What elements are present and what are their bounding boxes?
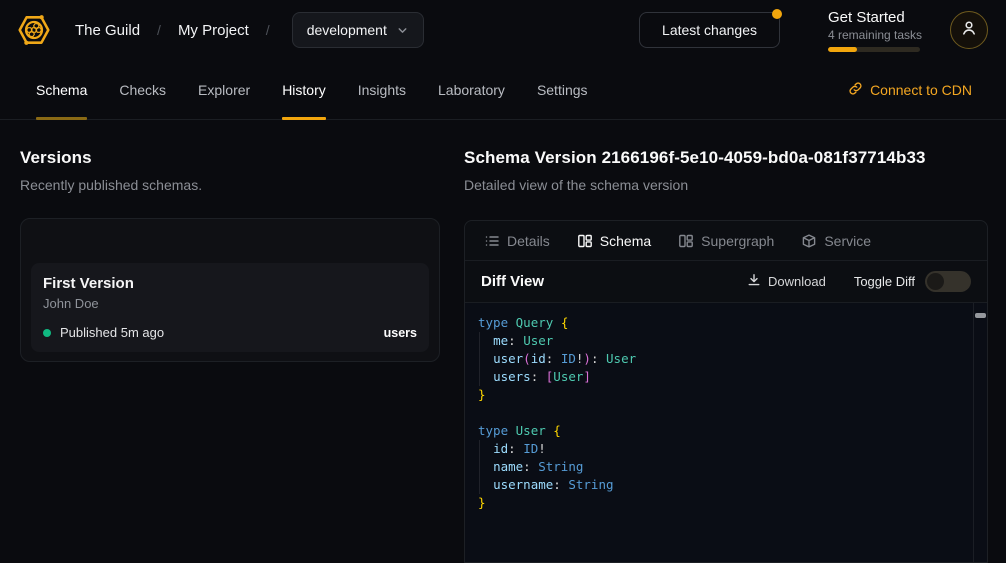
published-status-dot [43,329,51,337]
nav-tab-settings[interactable]: Settings [537,60,588,119]
app-window: The Guild / My Project / development Lat… [0,0,1006,563]
notification-dot [772,9,782,19]
breadcrumb-separator: / [266,22,270,38]
hive-logo-icon[interactable] [16,10,52,50]
toggle-diff-label: Toggle Diff [854,274,915,289]
code-line: user(id: ID!): User [478,350,963,368]
nav-tab-underline [282,117,326,120]
layout-icon [577,233,593,249]
nav-tab-label: Insights [358,82,406,98]
nav-tab-label: History [282,82,326,98]
versions-list-card: First Version John Doe Published 5m ago use… [20,218,440,362]
main-nav: Schema Checks Explorer History Insights Labor… [0,60,1006,120]
version-detail-column: Schema Version 2166196f-5e10-4059-bd0a-0… [464,148,988,563]
layout-icon [678,233,694,249]
indent-guide [479,332,480,386]
code-line: type Query { [478,314,963,332]
latest-changes-button[interactable]: Latest changes [639,12,780,48]
chevron-down-icon [396,24,409,37]
detail-tab-label: Service [824,233,871,249]
toggle-diff-switch[interactable] [925,271,971,292]
nav-tab-underline [36,117,87,120]
breadcrumb-separator: / [157,22,161,38]
version-status: Published 5m ago [60,325,164,340]
version-name: First Version [43,275,417,292]
box-icon [801,233,817,249]
download-button[interactable]: Download [747,273,826,290]
connect-to-cdn-button[interactable]: Connect to CDN [848,60,972,119]
download-icon [747,273,761,290]
breadcrumb-org[interactable]: The Guild [75,22,140,39]
code-line: me: User [478,332,963,350]
toggle-knob [927,273,944,290]
nav-tab-explorer[interactable]: Explorer [198,60,250,119]
get-started-title: Get Started [828,9,920,26]
code-line: } [478,494,963,512]
nav-tabs: Schema Checks Explorer History Insights Labor… [36,60,588,119]
nav-tab-history[interactable]: History [282,60,326,119]
get-started-progress-track [828,47,920,52]
versions-column: Versions Recently published schemas. Fir… [20,148,440,563]
get-started-subtitle: 4 remaining tasks [828,28,920,42]
versions-title: Versions [20,148,440,168]
code-line: type User { [478,422,963,440]
service-name-badge: users [384,326,417,340]
diff-view-toolbar: Diff View Download Toggle Diff [465,261,987,303]
detail-tab-schema[interactable]: Schema [577,233,651,249]
version-list-item[interactable]: First Version John Doe Published 5m ago use… [31,263,429,352]
nav-tab-schema[interactable]: Schema [36,60,87,119]
link-icon [848,81,863,99]
code-scrollbar-track [973,303,974,562]
person-icon [960,19,978,42]
get-started-widget[interactable]: Get Started 4 remaining tasks [828,9,920,52]
version-list: First Version John Doe Published 5m ago use… [31,263,429,352]
detail-tab-label: Details [507,233,550,249]
version-status-row: Published 5m ago users [43,325,417,340]
breadcrumb-project[interactable]: My Project [178,22,249,39]
code-line: name: String [478,458,963,476]
target-selector-dropdown[interactable]: development [292,12,424,48]
download-label: Download [768,274,826,289]
code-scrollbar-thumb[interactable] [975,313,986,318]
main-content: Versions Recently published schemas. Fir… [0,120,1006,563]
nav-tab-label: Settings [537,82,588,98]
nav-tab-insights[interactable]: Insights [358,60,406,119]
top-header: The Guild / My Project / development Lat… [0,0,1006,60]
nav-tab-label: Checks [119,82,166,98]
detail-tab-supergraph[interactable]: Supergraph [678,233,774,249]
latest-changes-label: Latest changes [662,22,757,38]
code-line: username: String [478,476,963,494]
target-selector-value: development [307,22,387,38]
graphql-sdl-code: type Query { me: User user(id: ID!): Use… [465,303,987,512]
get-started-progress-fill [828,47,857,52]
version-detail-panel: Details Schema Supergraph Service Diff View… [464,220,988,563]
code-line: } [478,386,963,404]
detail-tab-label: Supergraph [701,233,774,249]
detail-tab-label: Schema [600,233,651,249]
version-detail-subtitle: Detailed view of the schema version [464,177,988,193]
nav-tab-checks[interactable]: Checks [119,60,166,119]
code-line: id: ID! [478,440,963,458]
version-detail-tabs: Details Schema Supergraph Service [465,221,987,261]
indent-guide [479,440,480,494]
user-avatar[interactable] [950,11,988,49]
nav-tab-label: Explorer [198,82,250,98]
detail-tab-details[interactable]: Details [484,233,550,249]
version-author: John Doe [43,296,417,311]
versions-subtitle: Recently published schemas. [20,177,440,193]
code-line [478,404,963,422]
diff-view-title: Diff View [481,273,544,290]
connect-to-cdn-label: Connect to CDN [870,82,972,98]
nav-tab-laboratory[interactable]: Laboratory [438,60,505,119]
version-detail-title: Schema Version 2166196f-5e10-4059-bd0a-0… [464,148,988,168]
schema-code-viewer[interactable]: type Query { me: User user(id: ID!): Use… [465,303,987,562]
list-icon [484,233,500,249]
code-line: users: [User] [478,368,963,386]
nav-tab-label: Laboratory [438,82,505,98]
detail-tab-service[interactable]: Service [801,233,871,249]
nav-tab-label: Schema [36,82,87,98]
